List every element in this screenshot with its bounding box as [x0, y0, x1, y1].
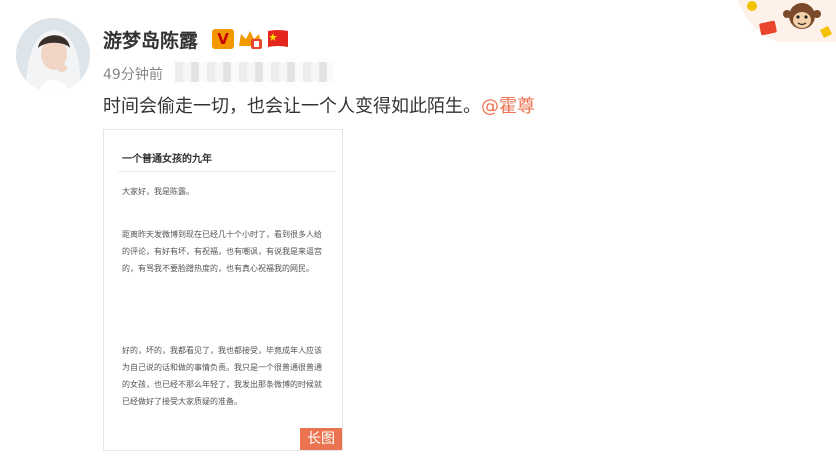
china-flag-icon [268, 30, 288, 47]
verified-v-icon[interactable]: V [212, 29, 234, 49]
post-text-body: 时间会偷走一切，也会让一个人变得如此陌生。 [103, 96, 481, 117]
monkey-card-decoration-icon [738, 0, 836, 42]
long-image-title: 一个普通女孩的九年 [122, 154, 212, 165]
post-time[interactable]: 49分钟前 [103, 64, 163, 84]
long-image-paragraph: 好的，坏的，我都看见了，我也都接受，毕竟成年人应该为自己说的话和做的事情负责。我… [122, 346, 322, 406]
mention-link[interactable]: @霍尊 [481, 96, 535, 117]
long-image-preview[interactable]: 一个普通女孩的九年 大家好，我是陈露。 距离昨天发微博到现在已经几十个小时了，看… [103, 129, 343, 451]
redacted-source [175, 62, 333, 82]
long-image-paragraph: 大家好，我是陈露。 [122, 187, 194, 196]
post-content: 时间会偷走一切，也会让一个人变得如此陌生。@霍尊 [103, 92, 535, 118]
member-level-icon[interactable] [237, 28, 263, 50]
username[interactable]: 游梦岛陈露 [103, 26, 198, 53]
avatar[interactable] [16, 18, 90, 92]
long-image-tag: 长图 [300, 428, 342, 450]
avatar-photo-icon [16, 18, 90, 92]
long-image-paragraph: 距离昨天发微博到现在已经几十个小时了，看到很多人给的评论，有好有坏，有祝福，也有… [122, 230, 322, 273]
user-badges: V [212, 28, 290, 50]
long-image-divider [118, 171, 336, 172]
